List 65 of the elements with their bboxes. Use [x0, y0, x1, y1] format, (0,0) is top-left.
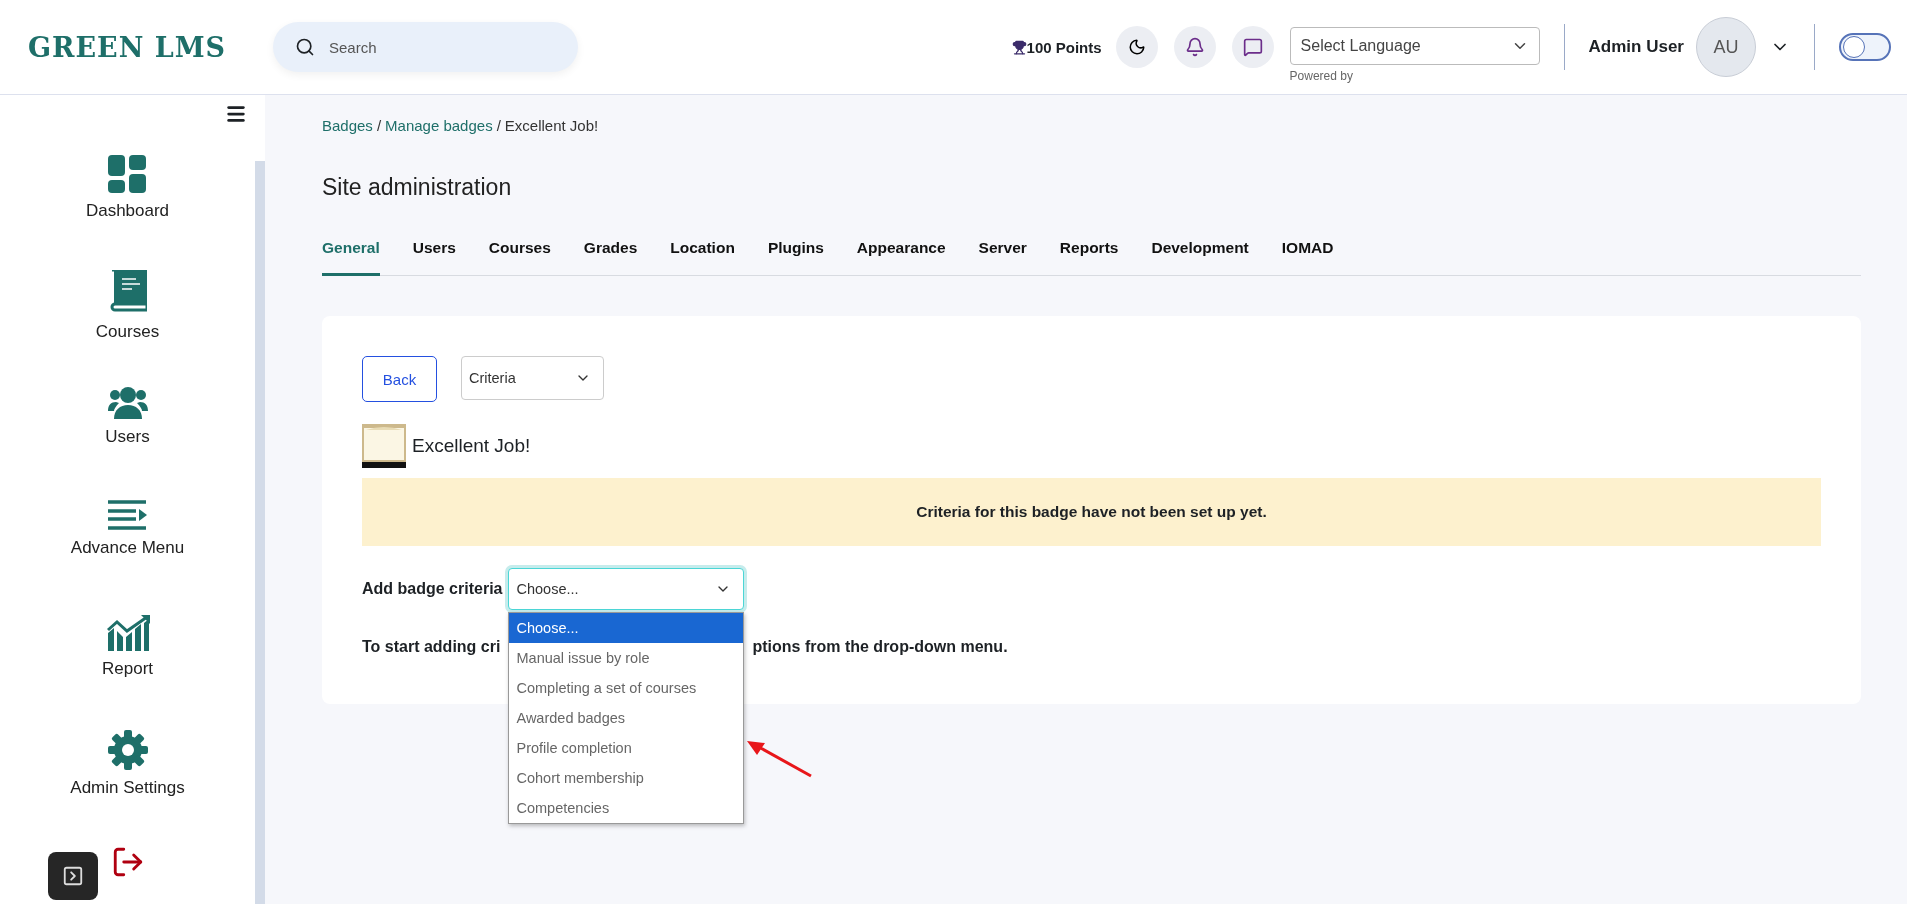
- tab[interactable]: Appearance: [856, 239, 946, 276]
- messages-button[interactable]: [1231, 26, 1274, 68]
- tab[interactable]: Reports: [1059, 239, 1119, 276]
- search-icon: [295, 37, 315, 57]
- hint-text: To start adding cri: [362, 638, 502, 656]
- chat-icon: [1242, 37, 1263, 57]
- menu-icon[interactable]: [225, 103, 247, 125]
- sidebar-item[interactable]: Dashboard: [85, 155, 170, 270]
- bell-icon: [1184, 37, 1205, 57]
- hint-text: ptions from the drop-down menu.: [751, 638, 1009, 656]
- tab[interactable]: Grades: [583, 239, 638, 276]
- logo[interactable]: GREEN LMS: [28, 31, 273, 63]
- notifications-button[interactable]: [1173, 26, 1216, 68]
- trophy-icon: [1011, 39, 1027, 55]
- points-text: 100 Points: [1026, 38, 1102, 56]
- avatar[interactable]: AU: [1696, 17, 1756, 77]
- list-play-icon: [107, 500, 148, 530]
- tab[interactable]: Location: [670, 239, 735, 276]
- current-page-text: Excellent Job!: [504, 117, 599, 134]
- breadcrumb-link[interactable]: Manage badges: [385, 117, 493, 134]
- criteria-label: Add badge criteria: [362, 580, 503, 598]
- dropdown-option[interactable]: Profile completion: [509, 733, 744, 763]
- user-name[interactable]: Admin User: [1588, 37, 1684, 57]
- dropdown-option[interactable]: Manual issue by role: [509, 643, 744, 673]
- dark-mode-button[interactable]: [1115, 26, 1158, 68]
- pointer-arrow: [747, 740, 813, 778]
- expand-button[interactable]: [48, 852, 98, 900]
- powered-by-text: Powered by: [1289, 69, 1354, 83]
- tab[interactable]: Users: [412, 239, 456, 276]
- sidebar-item[interactable]: Users: [105, 385, 150, 500]
- chevron-square-icon: [62, 865, 84, 887]
- sidebar-item[interactable]: Admin Settings: [70, 730, 185, 845]
- badge-name: Excellent Job!: [412, 435, 531, 457]
- tab[interactable]: Plugins: [767, 239, 824, 276]
- theme-toggle[interactable]: [1839, 33, 1891, 61]
- search-field[interactable]: Search: [273, 22, 578, 72]
- sidebar-item[interactable]: Report: [102, 615, 153, 730]
- dropdown-option[interactable]: Completing a set of courses: [509, 673, 744, 703]
- tab[interactable]: Server: [978, 239, 1027, 276]
- breadcrumb-separator: /: [376, 117, 382, 134]
- moon-icon: [1127, 38, 1146, 56]
- users-icon: [107, 385, 148, 419]
- tab[interactable]: General: [322, 239, 380, 276]
- language-select[interactable]: Select Language: [1289, 27, 1540, 65]
- back-button[interactable]: Back: [362, 356, 437, 402]
- view-select[interactable]: Criteria: [461, 356, 604, 400]
- tab[interactable]: Courses: [488, 239, 551, 276]
- dropdown-option[interactable]: Cohort membership: [509, 763, 744, 793]
- dropdown-option[interactable]: Competencies: [509, 793, 744, 823]
- breadcrumb-separator: /: [496, 117, 501, 134]
- gear-icon: [107, 730, 148, 770]
- dropdown-option[interactable]: Choose...: [509, 613, 744, 643]
- tab[interactable]: IOMAD: [1281, 239, 1334, 276]
- grid-icon: [108, 155, 147, 193]
- sidebar-item[interactable]: Advance Menu: [70, 500, 185, 615]
- book-icon: [108, 270, 147, 314]
- sidebar-item[interactable]: Courses: [95, 270, 160, 385]
- breadcrumb-link[interactable]: Badges: [322, 117, 373, 134]
- alert-message: Criteria for this badge have not been set up yet.: [362, 478, 1821, 546]
- dropdown-option[interactable]: Awarded badges: [509, 703, 744, 733]
- choose-select[interactable]: Choose...: [508, 568, 745, 610]
- tab[interactable]: Development: [1151, 239, 1249, 276]
- chart-icon: [105, 615, 150, 651]
- page-title: Site administration: [322, 174, 513, 201]
- scrollbar[interactable]: [255, 161, 265, 904]
